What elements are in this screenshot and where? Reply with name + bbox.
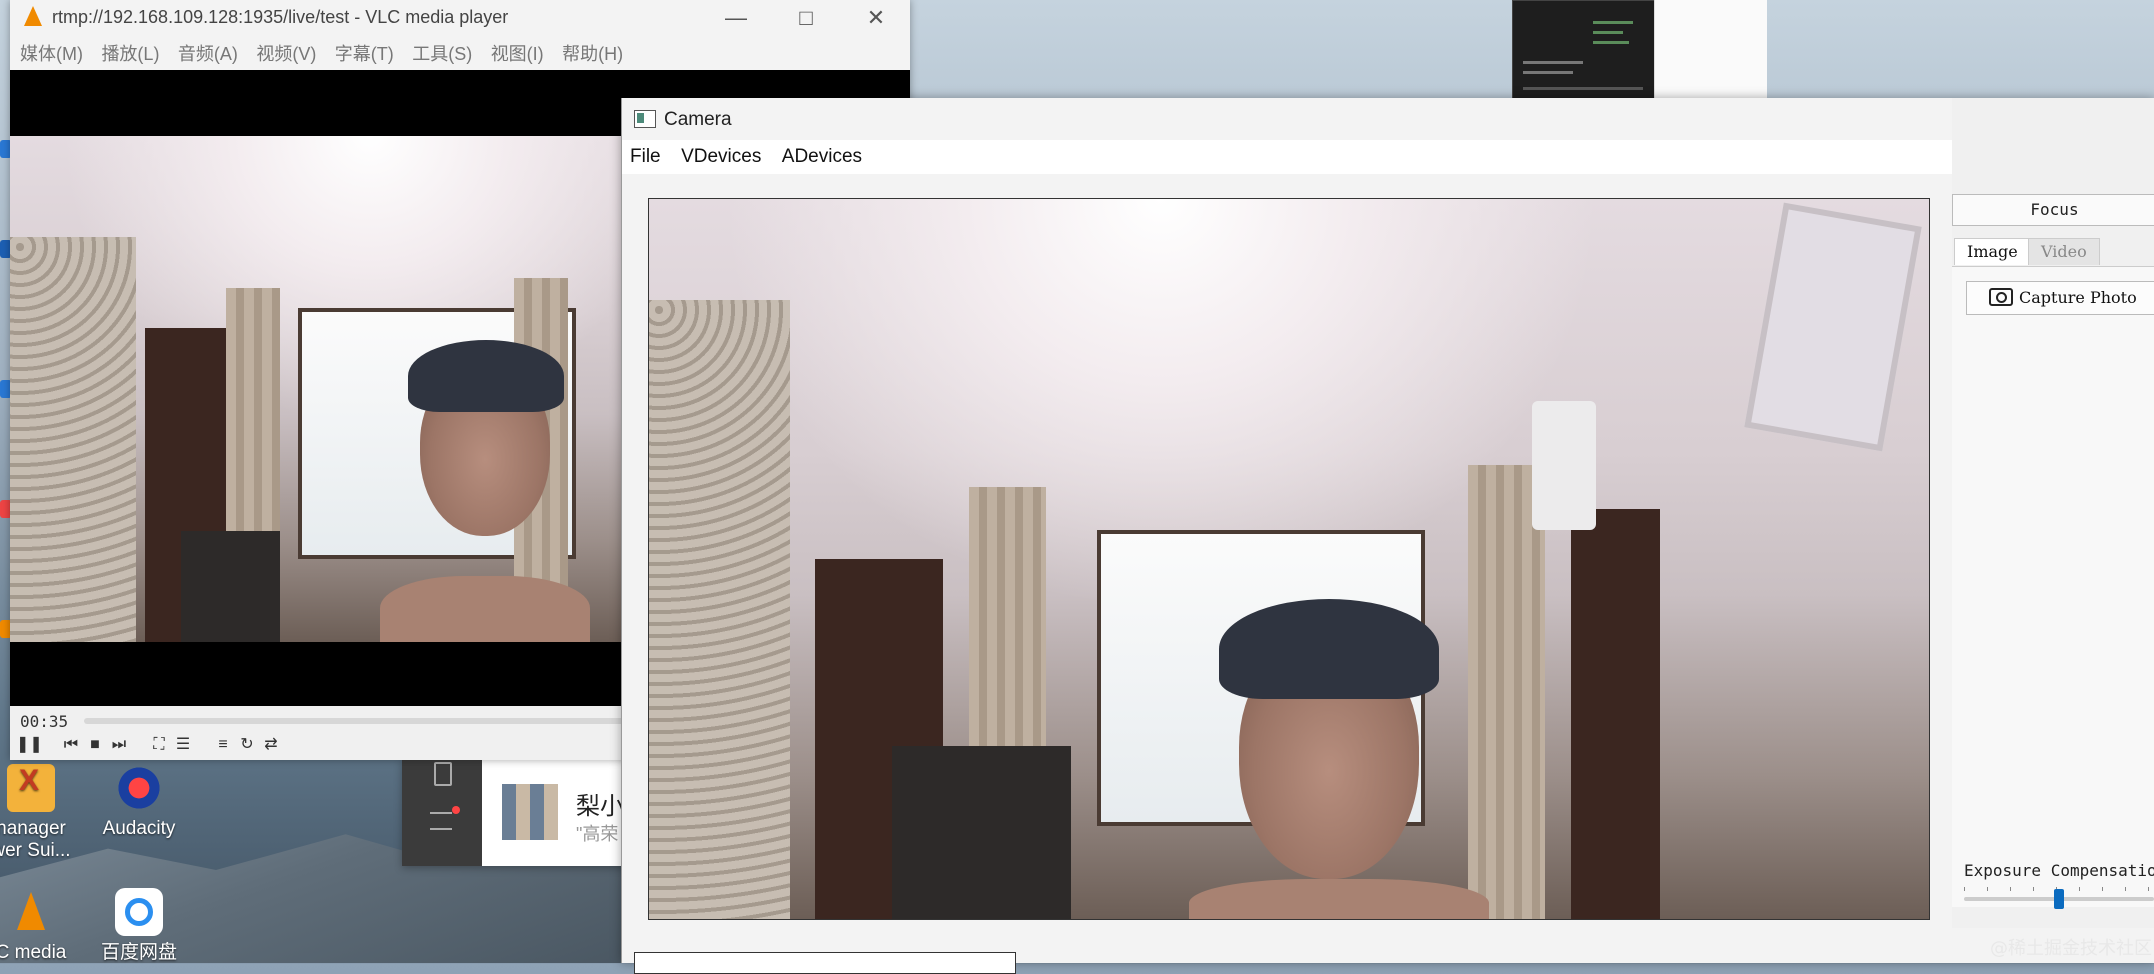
menu-media[interactable]: 媒体(M) [20,40,83,68]
menu-file[interactable]: File [630,140,661,174]
notification-sidebar [402,758,482,866]
extended-settings-icon[interactable]: ☰ [170,732,196,758]
menu-video[interactable]: 视频(V) [256,40,316,68]
desktop-icon-label: 百度网盘 [100,942,177,963]
vlc-menubar: 媒体(M) 播放(L) 音频(A) 视频(V) 字幕(T) 工具(S) 视图(I… [10,40,910,68]
camera-side-panel: Focus Image Video Capture Photo Exposure… [1952,98,2154,928]
menu-subtitle[interactable]: 字幕(T) [335,40,394,68]
notification-dot-icon [452,806,460,814]
camera-bottom-field[interactable] [634,952,1016,974]
menu-tools[interactable]: 工具(S) [412,40,472,68]
camera-window-title: Camera [664,109,732,130]
vlc-cone-icon [24,6,42,26]
background-terminal-window[interactable] [1512,0,1656,100]
capture-photo-label: Capture Photo [2019,288,2137,307]
contact-thumbnail [502,784,558,840]
menu-playback[interactable]: 播放(L) [101,40,159,68]
slider-thumb[interactable] [2054,889,2064,909]
camera-icon [1989,288,2013,306]
menu-vdevices[interactable]: VDevices [681,140,761,174]
menu-help[interactable]: 帮助(H) [562,40,623,68]
desktop-icon-label: nanager wer Sui... [0,818,71,861]
vlc-window-title: rtmp://192.168.109.128:1935/live/test - … [52,7,509,27]
camera-tabs: Image Video [1952,238,2154,266]
vlc-titlebar[interactable]: rtmp://192.168.109.128:1935/live/test - … [10,0,910,36]
tab-image[interactable]: Image [1954,238,2031,265]
contact-name: 梨小 [576,793,624,820]
menu-view[interactable]: 视图(I) [491,40,544,68]
capture-photo-button[interactable]: Capture Photo [1966,281,2154,315]
menu-icon[interactable] [430,812,452,830]
minimize-button[interactable]: — [704,0,768,36]
vlc-cone-icon [7,888,55,936]
contact-subtitle: "高荣 [576,824,619,844]
menu-adevices[interactable]: ADevices [782,140,862,174]
desktop-icon-audacity[interactable]: Audacity [84,764,194,840]
camera-preview [648,198,1930,920]
exposure-compensation-label: Exposure Compensation [1964,861,2154,880]
loop-icon[interactable]: ↻ [234,732,260,758]
camera-menubar: File VDevices ADevices [622,140,2154,174]
air-conditioner [1532,400,1597,531]
shuffle-icon[interactable]: ⇄ [258,732,284,758]
menu-audio[interactable]: 音频(A) [178,40,238,68]
focus-button[interactable]: Focus [1952,194,2154,226]
background-window[interactable] [1654,0,1767,98]
camera-app-icon [634,110,656,128]
camera-window[interactable]: Camera — □ ✕ File VDevices ADevices Focu… [621,98,2154,974]
close-button[interactable]: ✕ [844,0,908,36]
pause-icon[interactable]: ❚❚ [16,732,43,758]
desktop-icon-label: Audacity [102,818,176,839]
desktop-icon-vlc[interactable]: C media [0,888,86,964]
stop-icon[interactable]: ■ [82,732,108,758]
exposure-compensation-slider[interactable] [1964,889,2154,909]
baidu-netdisk-icon [115,888,163,936]
camera-titlebar[interactable]: Camera — □ ✕ [622,98,2154,140]
desktop-icon-baidu[interactable]: 百度网盘 [84,888,194,964]
fullscreen-icon[interactable]: ⛶ [146,732,172,758]
elapsed-time: 00:35 [20,712,69,731]
person-in-camera [1189,579,1489,919]
playlist-icon[interactable]: ≡ [210,732,236,758]
desktop-icon-label: C media [0,942,67,963]
image-tab-panel: Capture Photo Exposure Compensation [1952,266,2154,909]
previous-icon[interactable]: ⏮ [58,732,84,758]
watermark: @稀土掘金技术社区 [1990,938,2152,959]
audacity-icon [115,764,163,812]
phone-icon [434,762,452,786]
tab-video[interactable]: Video [2028,238,2100,265]
wall-frame [1743,202,1922,452]
maximize-button[interactable]: □ [774,0,838,36]
desktop-icon-manager[interactable]: X nanager wer Sui... [0,764,86,862]
next-icon[interactable]: ⏭ [106,732,132,758]
person-in-video [380,326,590,642]
office-x-icon: X [7,764,55,812]
